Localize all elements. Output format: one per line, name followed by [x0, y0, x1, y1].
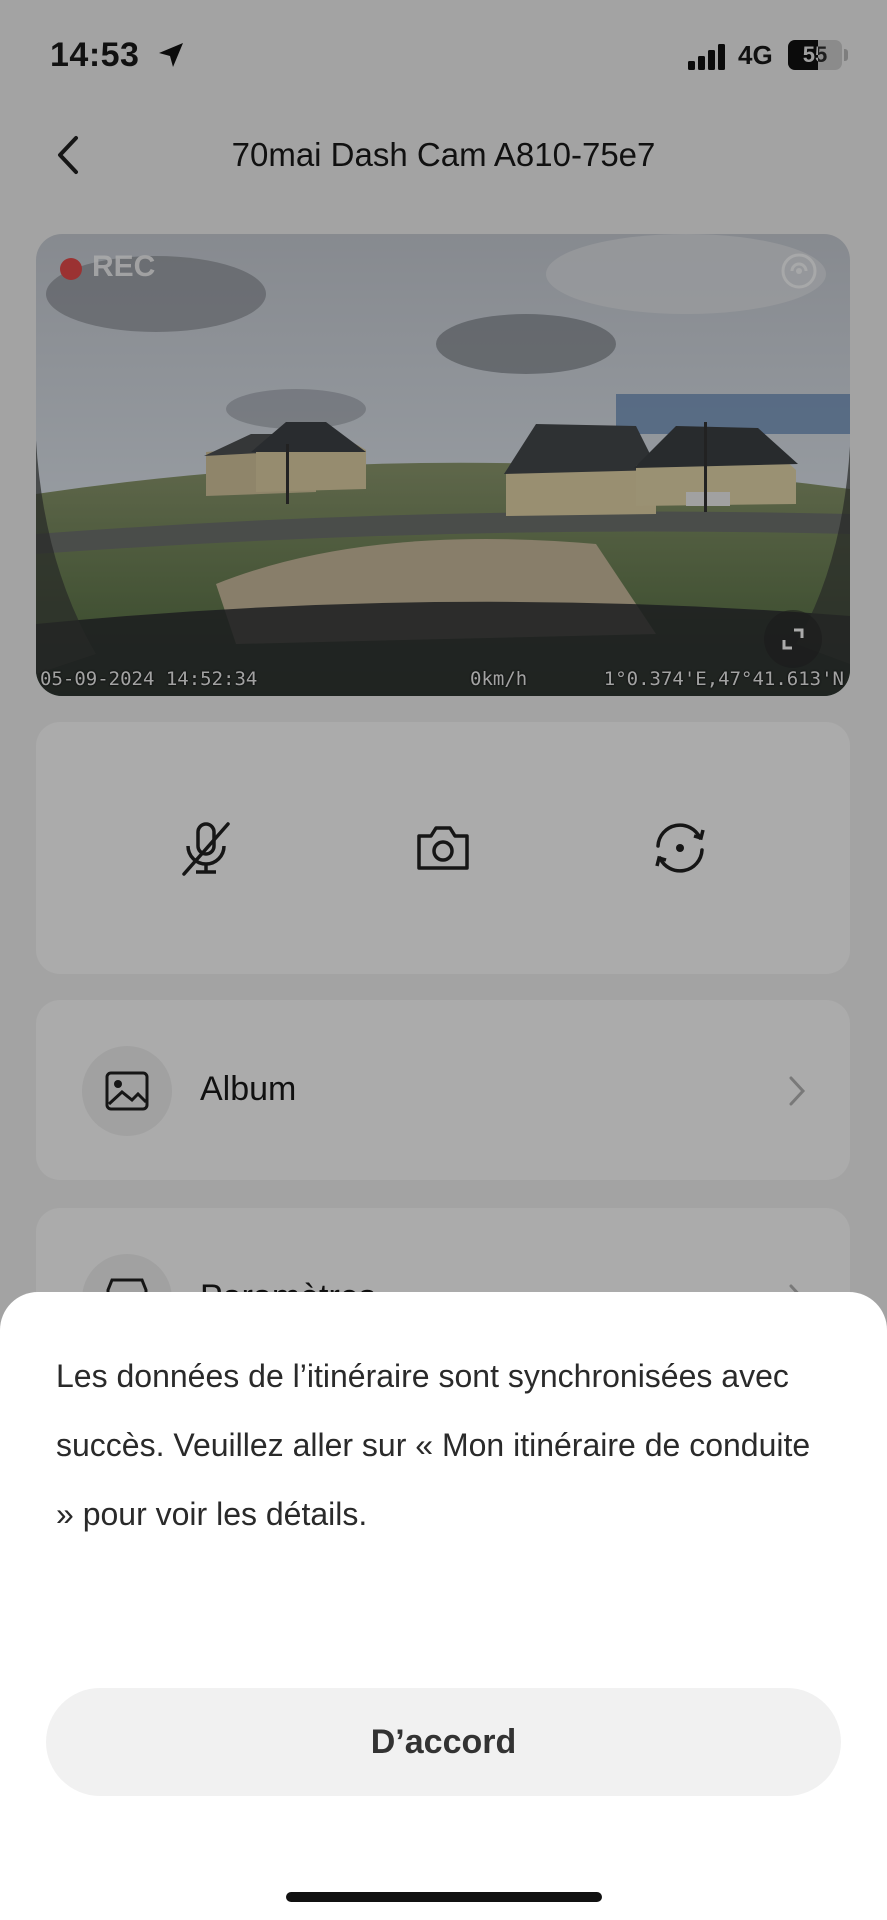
ok-button[interactable]: D’accord	[46, 1688, 841, 1796]
home-indicator	[286, 1892, 602, 1902]
bottom-sheet-dialog: Les données de l’itinéraire sont synchro…	[0, 1292, 887, 1920]
dialog-message: Les données de l’itinéraire sont synchro…	[56, 1358, 811, 1532]
